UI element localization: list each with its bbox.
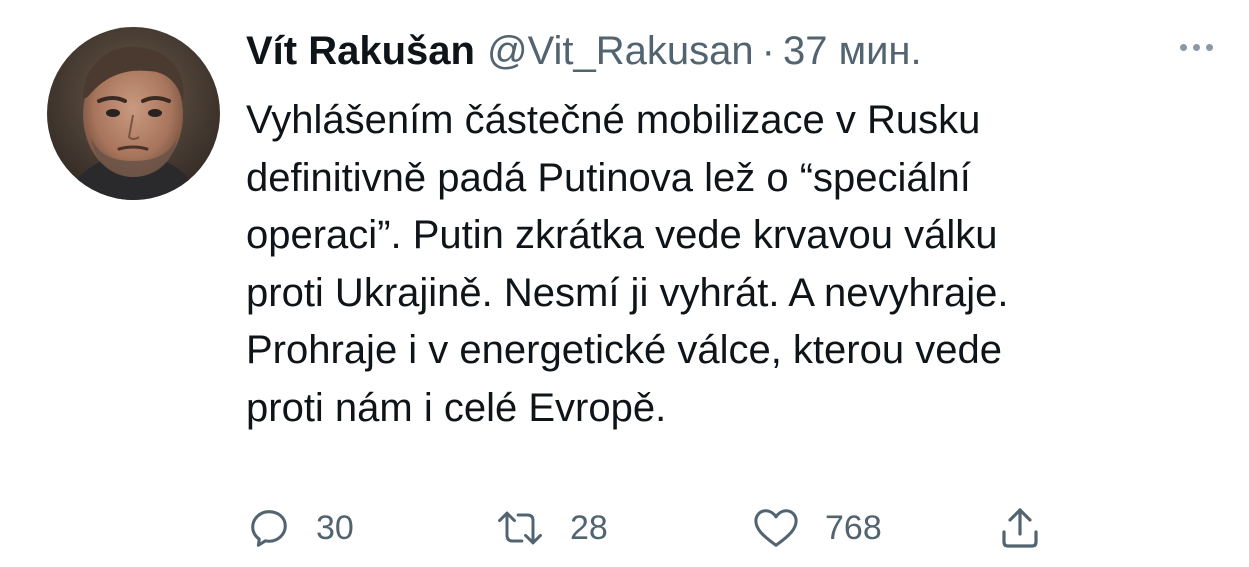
more-options-icon[interactable] bbox=[1168, 34, 1224, 60]
retweet-count: 28 bbox=[570, 508, 608, 547]
share-button[interactable] bbox=[998, 500, 1042, 556]
avatar[interactable] bbox=[47, 27, 220, 200]
more-dot bbox=[1205, 43, 1213, 51]
tweet-text-line: definitivně padá Putinova lež o “speciál… bbox=[246, 155, 971, 200]
tweet-text: Vyhlášením částečné mobilizace v Rusku d… bbox=[246, 92, 1236, 437]
tweet-text-line: operaci”. Putin zkrátka vede krvavou vál… bbox=[246, 213, 998, 257]
tweet-text-line: Prohraje i v energetické válce, kterou v… bbox=[246, 328, 1002, 372]
more-dot bbox=[1192, 43, 1200, 51]
tweet-text-line: proti nám i celé Evropě. bbox=[246, 385, 667, 430]
share-icon bbox=[998, 504, 1042, 552]
author-display-name[interactable]: Vít Rakušan bbox=[246, 22, 475, 80]
tweet-timestamp[interactable]: 37 мин. bbox=[783, 22, 922, 80]
retweet-button[interactable]: 28 bbox=[494, 500, 608, 556]
tweet-text-line: proti Ukrajině. Nesmí ji vyhrát. A nevyh… bbox=[246, 270, 1009, 315]
tweet: Vít Rakušan @Vit_Rakusan · 37 мин. Vyhlá… bbox=[0, 0, 1249, 567]
heart-icon bbox=[751, 505, 801, 551]
like-count: 768 bbox=[825, 508, 882, 547]
like-button[interactable]: 768 bbox=[751, 500, 882, 556]
author-handle[interactable]: @Vit_Rakusan bbox=[487, 22, 754, 80]
tweet-text-line: Vyhlášením částečné mobilizace v Rusku bbox=[246, 98, 981, 142]
avatar-image bbox=[47, 27, 220, 200]
header-separator: · bbox=[761, 29, 775, 73]
reply-count: 30 bbox=[316, 508, 354, 547]
more-dot bbox=[1179, 43, 1187, 51]
retweet-icon bbox=[494, 505, 546, 551]
reply-icon bbox=[246, 505, 292, 551]
tweet-actions: 30 28 768 bbox=[246, 500, 1236, 556]
tweet-header: Vít Rakušan @Vit_Rakusan · 37 мин. bbox=[246, 22, 922, 80]
reply-button[interactable]: 30 bbox=[246, 500, 354, 556]
